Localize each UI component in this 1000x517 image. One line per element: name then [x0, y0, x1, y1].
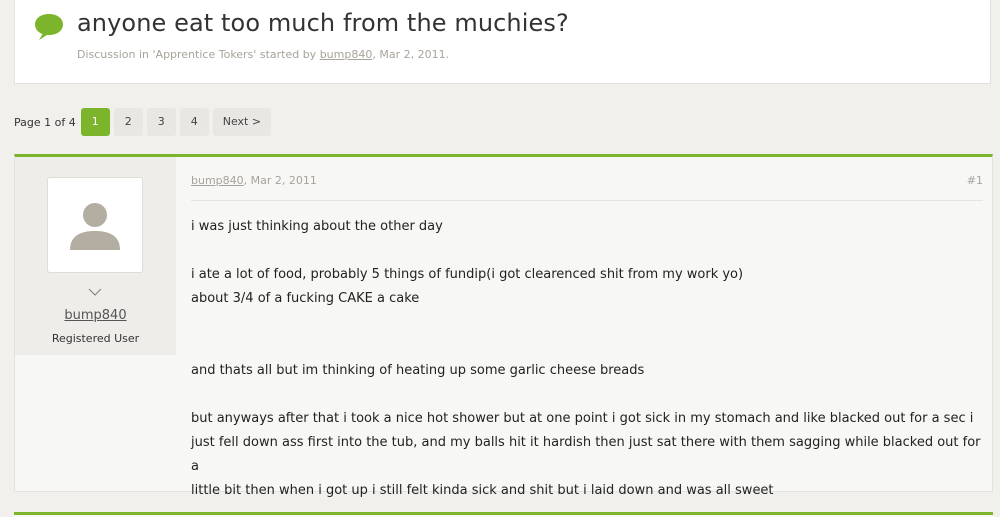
thread-meta: Discussion in 'Apprentice Tokers' starte…	[77, 48, 449, 61]
user-info-panel: bump840 Registered User	[15, 157, 176, 355]
post-line: about 3/4 of a fucking CAKE a cake	[191, 291, 420, 306]
post-username-link[interactable]: bump840	[15, 308, 176, 323]
post: bump840 Registered User bump840, Mar 2, …	[14, 154, 993, 498]
post-line: just fell down ass first into the tub, a…	[191, 435, 981, 474]
next-page-button[interactable]: Next >	[212, 108, 272, 136]
post-header: bump840, Mar 2, 2011 #1	[191, 174, 983, 201]
post-line: but anyways after that i took a nice hot…	[191, 411, 974, 426]
page-button-1[interactable]: 1	[80, 108, 110, 136]
chat-bubble-icon	[35, 14, 63, 40]
thread-author-link[interactable]: bump840	[320, 48, 373, 61]
post-line: i was just thinking about the other day	[191, 219, 443, 234]
avatar[interactable]	[47, 177, 143, 273]
post-line: and thats all but im thinking of heating…	[191, 363, 645, 378]
thread-title: anyone eat too much from the muchies?	[77, 9, 569, 37]
meta-date: , Mar 2, 2011.	[372, 48, 450, 61]
post-author-link[interactable]: bump840	[191, 174, 244, 187]
page-button-3[interactable]: 3	[146, 108, 176, 136]
default-avatar-icon	[70, 203, 120, 250]
post-blank-line	[191, 239, 981, 263]
post-date: Mar 2, 2011	[250, 174, 317, 187]
page-label: Page 1 of 4	[14, 115, 76, 129]
next-post-edge	[14, 512, 993, 517]
post-body: i was just thinking about the other day …	[191, 215, 981, 503]
pagination: Page 1 of 4 1 2 3 4 Next >	[14, 108, 275, 136]
meta-prefix: Discussion in 'Apprentice Tokers' starte…	[77, 48, 320, 61]
thread-header: anyone eat too much from the muchies? Di…	[14, 0, 991, 84]
post-permalink[interactable]: #1	[967, 174, 983, 187]
post-blank-line	[191, 311, 981, 335]
user-title: Registered User	[51, 332, 140, 345]
chevron-down-icon[interactable]	[88, 288, 102, 297]
post-blank-line	[191, 335, 981, 359]
post-line: little bit then when i got up i still fe…	[191, 483, 774, 498]
page-button-4[interactable]: 4	[179, 108, 209, 136]
post-line: i ate a lot of food, probably 5 things o…	[191, 267, 744, 282]
page-button-2[interactable]: 2	[113, 108, 143, 136]
post-blank-line	[191, 383, 981, 407]
post-date-sep: ,	[243, 174, 251, 187]
